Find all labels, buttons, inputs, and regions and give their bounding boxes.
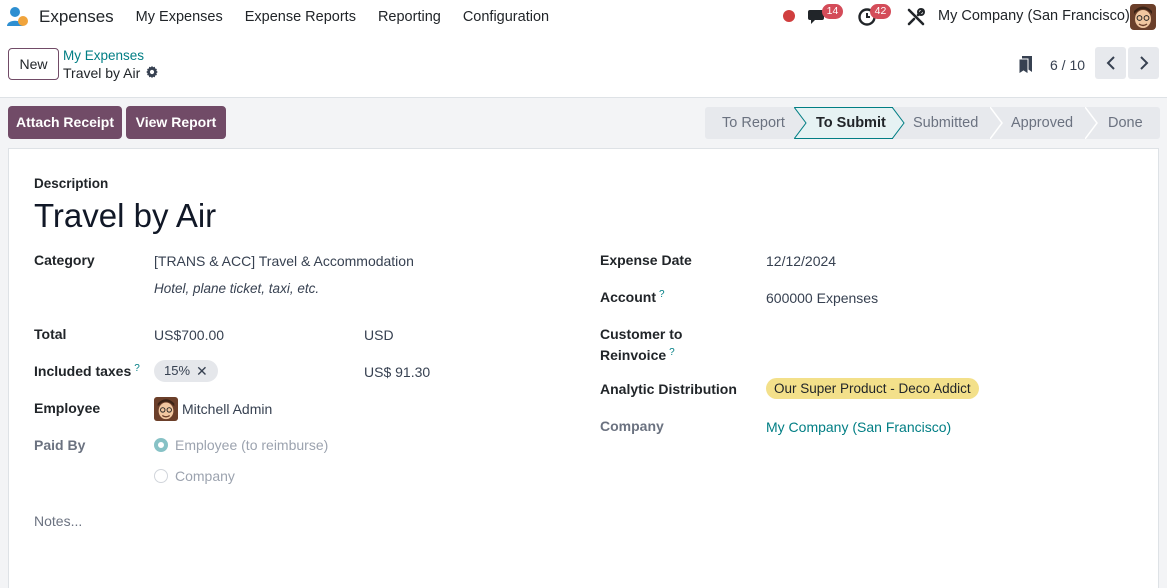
help-tooltip-icon[interactable]: ? <box>669 347 675 358</box>
expense-date-field[interactable]: 12/12/2024 <box>766 253 836 269</box>
attach-receipt-button[interactable]: Attach Receipt <box>8 106 122 139</box>
chevron-left-icon <box>1106 56 1115 70</box>
description-label: Description <box>34 176 109 191</box>
main-menu: My Expenses Expense Reports Reporting Co… <box>125 9 560 25</box>
status-bar: To Report To Submit Submitted Approved D… <box>705 107 1160 139</box>
category-hint: Hotel, plane ticket, taxi, etc. <box>154 281 320 296</box>
tax-tag-label: 15% <box>164 363 191 378</box>
messages-badge: 14 <box>822 4 843 19</box>
app-name[interactable]: Expenses <box>39 7 114 27</box>
chevron-right-icon <box>1139 56 1148 70</box>
pager-previous-button[interactable] <box>1095 47 1126 79</box>
stage-label: To Report <box>722 115 785 131</box>
customer-label-line2: Reinvoice? <box>600 347 675 363</box>
app-brand[interactable]: Expenses <box>6 5 114 29</box>
company-switcher[interactable]: My Company (San Francisco) <box>938 8 1130 24</box>
employee-label: Employee <box>34 400 101 416</box>
tax-amount-field: US$ 91.30 <box>364 364 431 380</box>
employee-avatar-image <box>154 397 178 421</box>
stage-divider <box>892 107 905 139</box>
included-taxes-label: Included taxes? <box>34 363 140 379</box>
employee-avatar[interactable] <box>154 397 178 421</box>
stage-divider <box>794 107 807 139</box>
help-tooltip-icon[interactable]: ? <box>659 289 665 300</box>
category-label: Category <box>34 252 95 268</box>
menu-my-expenses[interactable]: My Expenses <box>125 9 234 25</box>
control-panel: New My Expenses Travel by Air 6 / 10 <box>0 34 1167 98</box>
total-label: Total <box>34 326 67 342</box>
employee-field[interactable]: Mitchell Admin <box>182 401 272 417</box>
breadcrumb-parent[interactable]: My Expenses <box>63 48 144 63</box>
menu-reporting[interactable]: Reporting <box>367 9 452 25</box>
analytic-distribution-label: Analytic Distribution <box>600 381 737 397</box>
notes-field[interactable]: Notes... <box>34 513 82 529</box>
customer-reinvoice-field[interactable] <box>766 335 1126 355</box>
stage-to-report[interactable]: To Report <box>705 107 795 139</box>
top-navbar: Expenses My Expenses Expense Reports Rep… <box>0 0 1167 34</box>
stage-submitted[interactable]: Submitted <box>893 107 1003 139</box>
total-amount-field[interactable]: US$700.00 <box>154 327 224 343</box>
stage-label: Approved <box>1011 115 1074 131</box>
paid-by-label: Paid By <box>34 437 86 453</box>
new-button[interactable]: New <box>8 48 59 80</box>
paid-by-company-label[interactable]: Company <box>175 468 235 484</box>
account-label-text: Account <box>600 289 656 305</box>
remove-tag-icon[interactable]: ✕ <box>196 360 208 382</box>
user-avatar[interactable] <box>1130 4 1156 30</box>
expense-title-input[interactable]: Travel by Air <box>34 197 216 235</box>
breadcrumb-current: Travel by Air <box>63 65 141 81</box>
stage-divider <box>990 107 1003 139</box>
form-sheet: Description Travel by Air Category [TRAN… <box>8 148 1159 588</box>
stage-label: Done <box>1108 115 1143 131</box>
stage-label: Submitted <box>913 115 979 131</box>
stage-approved[interactable]: Approved <box>991 107 1098 139</box>
view-report-button[interactable]: View Report <box>126 106 226 139</box>
currency-field[interactable]: USD <box>364 327 394 343</box>
pager-value[interactable]: 6 / 10 <box>1050 57 1085 73</box>
app-logo-icon[interactable] <box>6 5 30 29</box>
paid-by-company-radio[interactable] <box>154 469 168 483</box>
pager-next-button[interactable] <box>1128 47 1159 79</box>
help-tooltip-icon[interactable]: ? <box>134 363 140 374</box>
account-field[interactable]: 600000 Expenses <box>766 290 878 306</box>
paid-by-employee-label[interactable]: Employee (to reimburse) <box>175 437 328 453</box>
expense-date-label: Expense Date <box>600 252 692 268</box>
company-field[interactable]: My Company (San Francisco) <box>766 419 951 435</box>
paid-by-employee-radio[interactable] <box>154 438 168 452</box>
menu-expense-reports[interactable]: Expense Reports <box>234 9 367 25</box>
menu-configuration[interactable]: Configuration <box>452 9 560 25</box>
record-dot-icon[interactable] <box>783 10 795 22</box>
included-taxes-text: Included taxes <box>34 363 132 379</box>
company-label: Company <box>600 418 664 434</box>
tax-tag[interactable]: 15% ✕ <box>154 360 218 382</box>
gear-icon[interactable] <box>145 65 159 79</box>
activities-badge: 42 <box>870 4 891 19</box>
user-avatar-image[interactable] <box>1130 4 1156 30</box>
category-field[interactable]: [TRANS & ACC] Travel & Accommodation <box>154 253 414 269</box>
stage-divider <box>1085 107 1098 139</box>
bookmark-icon[interactable] <box>1019 56 1033 74</box>
stage-to-submit[interactable]: To Submit <box>794 107 905 139</box>
customer-label-line1: Customer to <box>600 326 683 342</box>
stage-label: To Submit <box>816 115 886 131</box>
customer-label-line2-text: Reinvoice <box>600 347 667 363</box>
debug-tools-icon[interactable] <box>904 5 928 29</box>
analytic-distribution-tag[interactable]: Our Super Product - Deco Addict <box>766 378 979 399</box>
account-label: Account? <box>600 289 665 305</box>
